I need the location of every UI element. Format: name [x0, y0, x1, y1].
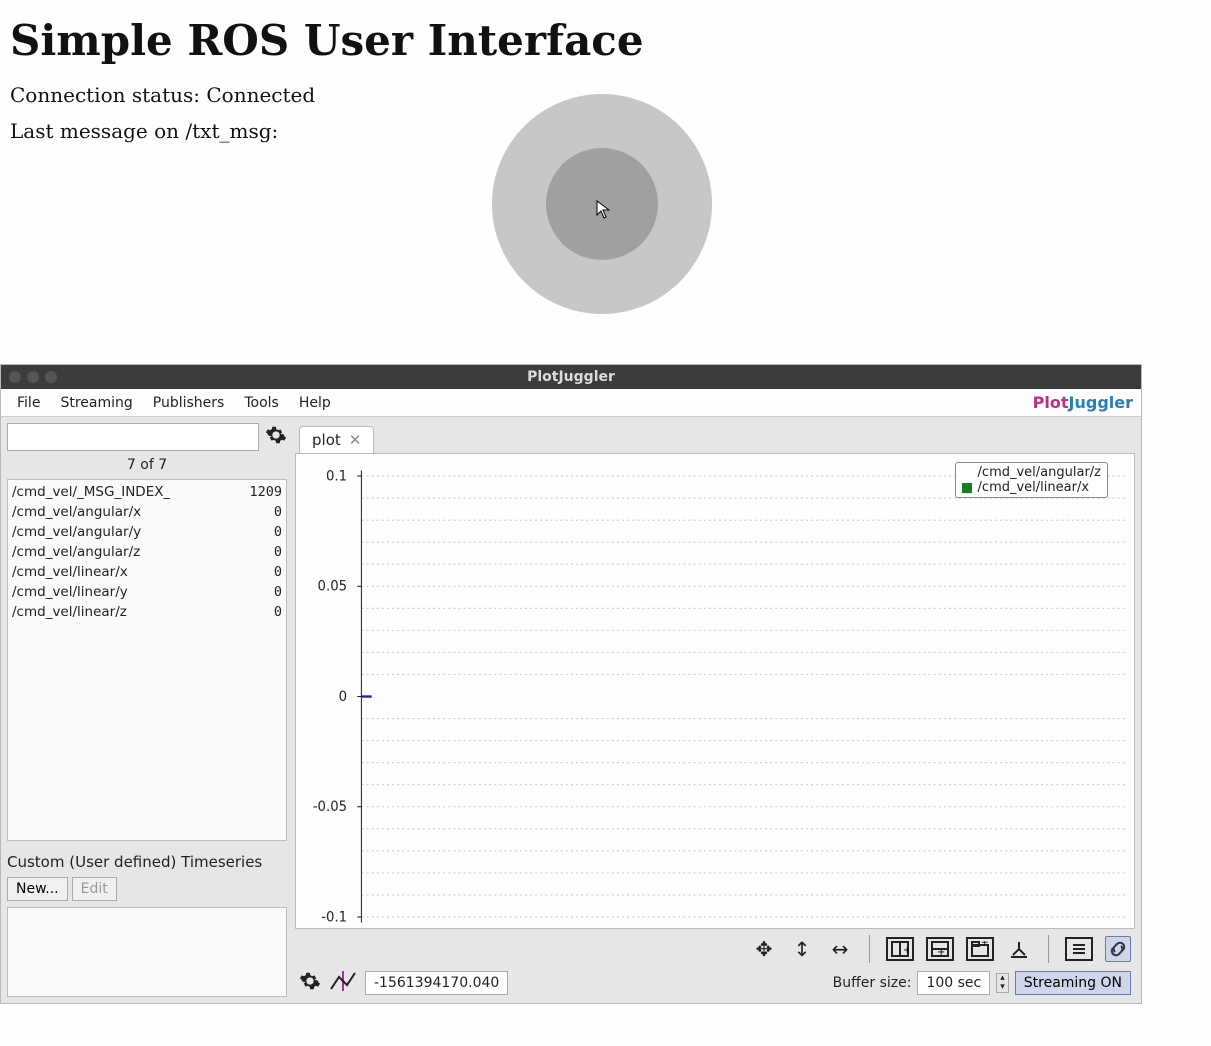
- legend-swatch-icon: [962, 468, 972, 478]
- topic-list[interactable]: /cmd_vel/_MSG_INDEX_1209 /cmd_vel/angula…: [7, 479, 287, 841]
- custom-series-list[interactable]: [7, 907, 287, 997]
- buffer-size-field[interactable]: 100 sec: [917, 971, 990, 995]
- zoom-vertical-icon[interactable]: ↕: [789, 936, 815, 962]
- plot-toolbar: ✥ ↕ ↔ + + +: [295, 929, 1135, 965]
- table-row[interactable]: /cmd_vel/linear/x0: [12, 562, 282, 582]
- svg-text:+: +: [981, 941, 989, 948]
- streaming-toggle-button[interactable]: Streaming ON: [1015, 971, 1131, 995]
- page-title: Simple ROS User Interface: [10, 16, 1201, 65]
- window-close-icon[interactable]: [9, 371, 21, 383]
- zoom-horizontal-icon[interactable]: ↔: [827, 936, 853, 962]
- custom-series-label: Custom (User defined) Timeseries: [7, 847, 287, 871]
- close-icon[interactable]: ✕: [349, 431, 362, 449]
- status-bar: -1561394170.040 Buffer size: 100 sec ▴▾ …: [295, 965, 1135, 997]
- menu-tools[interactable]: Tools: [234, 392, 289, 414]
- plot-area[interactable]: 0.1 0.05 0 -0.05 -0.1: [295, 453, 1135, 929]
- table-row[interactable]: /cmd_vel/angular/y0: [12, 522, 282, 542]
- table-row[interactable]: /cmd_vel/angular/z0: [12, 542, 282, 562]
- plot-legend[interactable]: /cmd_vel/angular/z /cmd_vel/linear/x: [955, 462, 1108, 498]
- link-axes-icon[interactable]: [1105, 936, 1131, 962]
- menubar: File Streaming Publishers Tools Help Plo…: [1, 389, 1141, 417]
- menu-help[interactable]: Help: [289, 392, 341, 414]
- menu-publishers[interactable]: Publishers: [143, 392, 235, 414]
- add-tab-icon[interactable]: +: [966, 937, 994, 961]
- svg-text:0.05: 0.05: [318, 578, 348, 595]
- legend-swatch-icon: [962, 483, 972, 493]
- plotjuggler-logo: PlotJuggler: [1033, 393, 1133, 412]
- separator: [1048, 935, 1049, 963]
- menu-streaming[interactable]: Streaming: [50, 392, 142, 414]
- window-titlebar[interactable]: PlotJuggler: [1, 365, 1141, 389]
- buffer-size-stepper[interactable]: ▴▾: [996, 973, 1009, 993]
- window-title: PlotJuggler: [527, 369, 615, 385]
- last-message-label: Last message on /txt_msg:: [10, 119, 278, 143]
- buffer-size-label: Buffer size:: [833, 975, 912, 991]
- window-minimize-icon[interactable]: [27, 371, 39, 383]
- menu-file[interactable]: File: [7, 392, 50, 414]
- svg-text:-0.1: -0.1: [321, 909, 347, 926]
- topic-count: 7 of 7: [7, 457, 287, 473]
- sidebar: 7 of 7 /cmd_vel/_MSG_INDEX_1209 /cmd_vel…: [7, 423, 287, 997]
- search-input[interactable]: [7, 423, 259, 451]
- tab-label: plot: [312, 431, 341, 449]
- joystick[interactable]: [492, 94, 712, 314]
- svg-text:+: +: [937, 947, 945, 957]
- connection-status-label: Connection status:: [10, 83, 206, 107]
- table-row[interactable]: /cmd_vel/linear/y0: [12, 582, 282, 602]
- legend-entry[interactable]: /cmd_vel/angular/z: [962, 465, 1101, 480]
- gear-icon[interactable]: [265, 424, 287, 450]
- table-row[interactable]: /cmd_vel/linear/z0: [12, 602, 282, 622]
- edit-button[interactable]: Edit: [72, 877, 117, 901]
- separator: [869, 935, 870, 963]
- svg-text:0: 0: [339, 688, 347, 705]
- window-maximize-icon[interactable]: [45, 371, 57, 383]
- pan-icon[interactable]: ✥: [751, 936, 777, 962]
- connection-status-value: Connected: [206, 83, 315, 107]
- svg-text:0.1: 0.1: [326, 468, 347, 485]
- new-button[interactable]: New...: [7, 877, 68, 901]
- legend-toggle-icon[interactable]: [1065, 937, 1093, 961]
- clear-icon[interactable]: [1006, 936, 1032, 962]
- time-tracker-icon[interactable]: [329, 969, 357, 997]
- plot-panel: plot ✕ 0.1 0.05 0 -0.05 -0.1: [295, 423, 1135, 997]
- split-right-icon[interactable]: +: [886, 937, 914, 961]
- table-row[interactable]: /cmd_vel/_MSG_INDEX_1209: [12, 482, 282, 502]
- legend-entry[interactable]: /cmd_vel/linear/x: [962, 480, 1101, 495]
- tab-plot[interactable]: plot ✕: [299, 426, 374, 453]
- table-row[interactable]: /cmd_vel/angular/x0: [12, 502, 282, 522]
- gear-icon[interactable]: [299, 970, 321, 996]
- split-bottom-icon[interactable]: +: [926, 937, 954, 961]
- time-value-field[interactable]: -1561394170.040: [365, 971, 508, 995]
- svg-text:+: +: [903, 945, 909, 956]
- plotjuggler-window: PlotJuggler File Streaming Publishers To…: [0, 364, 1142, 1004]
- joystick-knob[interactable]: [546, 148, 658, 260]
- svg-text:-0.05: -0.05: [313, 799, 347, 816]
